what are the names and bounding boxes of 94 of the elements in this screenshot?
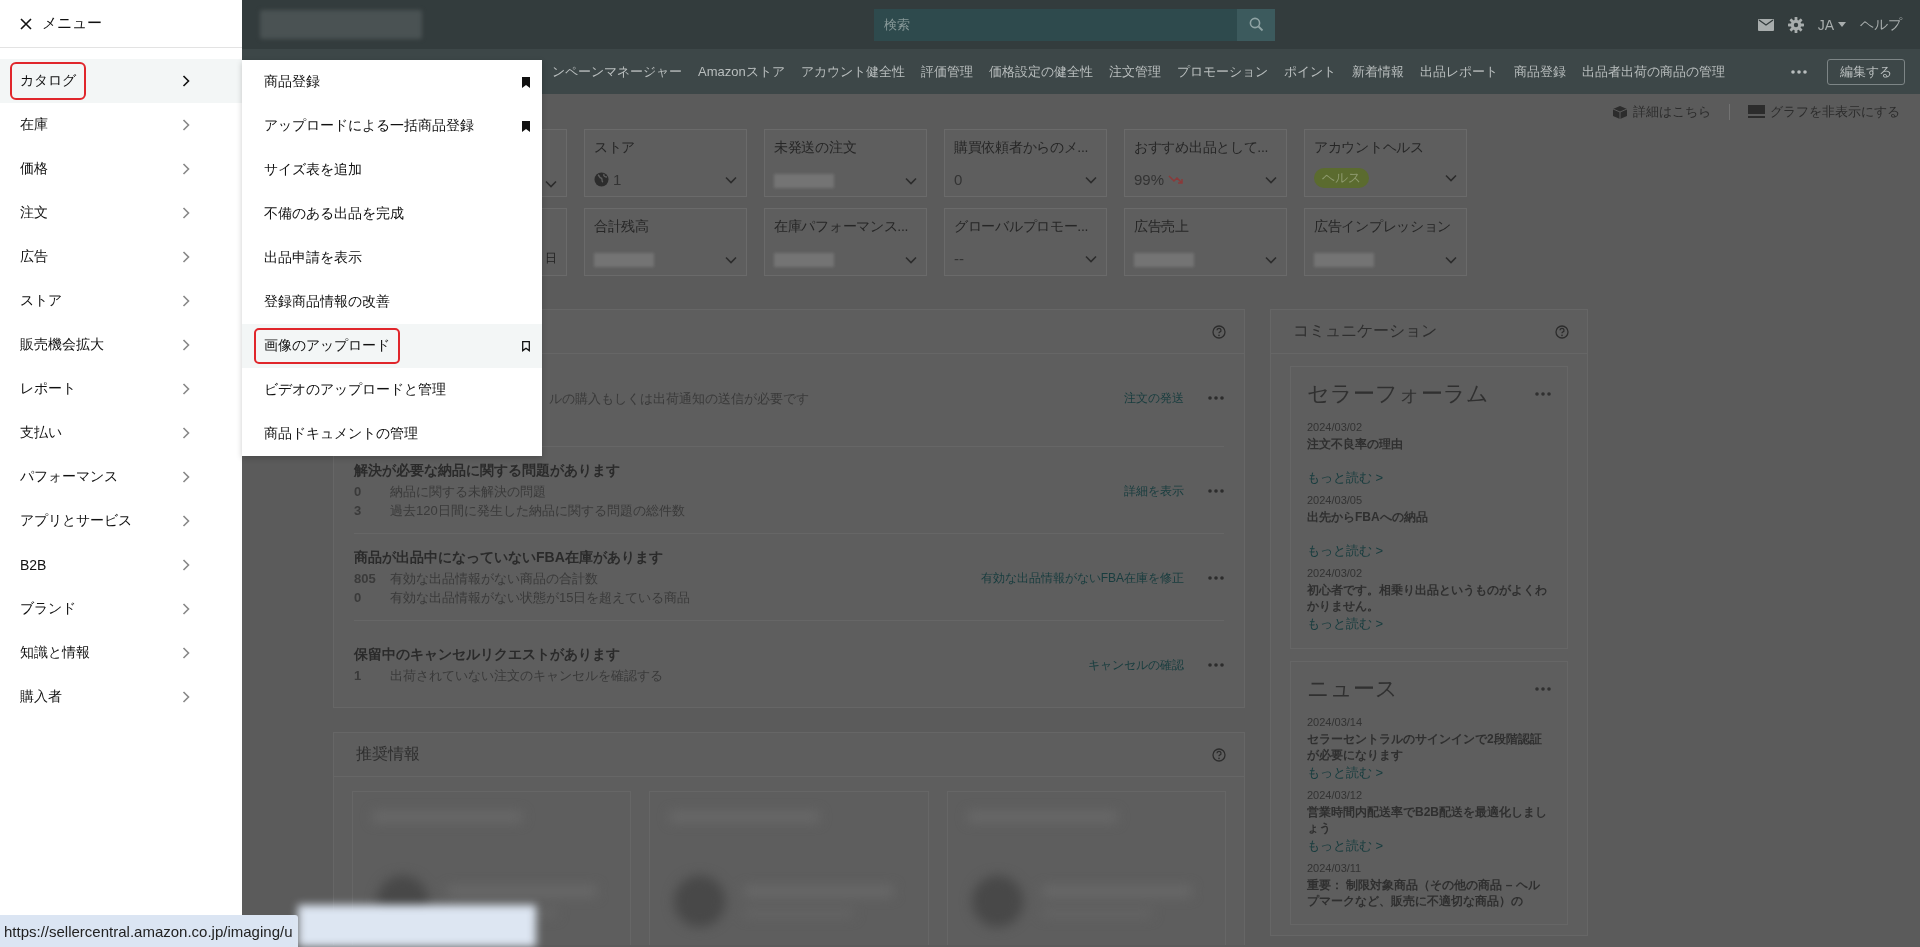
chevron-right-icon	[182, 119, 190, 131]
settings-icon[interactable]	[1787, 16, 1804, 33]
submenu-item[interactable]: 商品登録	[242, 60, 542, 104]
submenu-item[interactable]: アップロードによる一括商品登録	[242, 104, 542, 148]
more-icon[interactable]	[1208, 396, 1224, 400]
menu-item[interactable]: 購入者	[0, 675, 242, 719]
nav-link[interactable]: 出品レポート	[1419, 62, 1498, 81]
chevron-down-icon	[1085, 175, 1097, 184]
chevron-right-icon	[182, 339, 190, 351]
status-badge: ヘルス	[1314, 168, 1369, 188]
help-link[interactable]: ヘルプ	[1860, 15, 1902, 34]
chevron-right-icon	[182, 383, 190, 395]
menu-item[interactable]: 支払い	[0, 411, 242, 455]
nav-link[interactable]: 価格設定の健全性	[988, 62, 1093, 81]
chevron-right-icon	[182, 515, 190, 527]
nav-link[interactable]: プロモーション	[1176, 62, 1268, 81]
help-icon[interactable]	[1555, 324, 1569, 339]
help-icon[interactable]	[1212, 324, 1226, 339]
more-icon[interactable]	[1535, 687, 1551, 691]
chevron-down-icon	[725, 256, 737, 264]
help-icon[interactable]	[1212, 747, 1226, 762]
chevron-down-icon	[905, 256, 917, 264]
box-icon	[1612, 104, 1628, 119]
chevron-down-icon	[1445, 256, 1457, 264]
chevron-down-icon	[1445, 174, 1457, 182]
more-icon[interactable]	[1535, 392, 1551, 396]
metric-value: --	[954, 250, 964, 267]
menu-item[interactable]: パフォーマンス	[0, 455, 242, 499]
chevron-right-icon	[182, 647, 190, 659]
chevron-right-icon	[182, 207, 190, 219]
nav-link[interactable]: 注文管理	[1108, 62, 1161, 81]
submenu-item[interactable]: 出品申請を表示	[242, 236, 542, 280]
submenu-item[interactable]: 不備のある出品を完成	[242, 192, 542, 236]
search-field[interactable]: 検索	[874, 8, 1237, 41]
more-icon[interactable]	[1208, 489, 1224, 493]
more-icon[interactable]	[1208, 663, 1224, 667]
submenu-item[interactable]: サイズ表を追加	[242, 148, 542, 192]
mail-icon[interactable]	[1757, 18, 1774, 31]
chevron-right-icon	[182, 75, 190, 87]
menu-item[interactable]: 広告	[0, 235, 242, 279]
menu-item[interactable]: ストア	[0, 279, 242, 323]
chevron-right-icon	[182, 691, 190, 703]
chevron-right-icon	[182, 603, 190, 615]
chevron-down-icon	[725, 175, 737, 184]
bookmark-icon[interactable]	[522, 120, 530, 132]
menu-item[interactable]: 価格	[0, 147, 242, 191]
language-dropdown[interactable]: JA	[1817, 16, 1846, 33]
trend-down-icon	[1168, 174, 1185, 185]
menu-item[interactable]: ブランド	[0, 587, 242, 631]
nav-link[interactable]: 商品登録	[1513, 62, 1566, 81]
nav-link[interactable]: アカウント健全性	[800, 62, 905, 81]
chevron-right-icon	[182, 251, 190, 263]
metric-value: 日	[545, 250, 557, 267]
chevron-down-icon	[1085, 254, 1097, 263]
nav-link[interactable]: ポイント	[1283, 62, 1336, 81]
chevron-right-icon	[182, 471, 190, 483]
nav-link[interactable]: 評価管理	[920, 62, 973, 81]
globe-icon	[594, 172, 609, 187]
submenu-item[interactable]: 登録商品情報の改善	[242, 280, 542, 324]
chevron-down-icon	[545, 180, 557, 188]
chevron-down-icon	[905, 177, 917, 185]
chevron-right-icon	[182, 163, 190, 175]
submenu-item[interactable]: 画像のアップロード	[242, 324, 542, 368]
chevron-right-icon	[182, 559, 190, 571]
submenu-item[interactable]: 商品ドキュメントの管理	[242, 412, 542, 456]
menu-item[interactable]: 在庫	[0, 103, 242, 147]
more-icon[interactable]	[1208, 576, 1224, 580]
more-icon[interactable]	[1791, 69, 1807, 74]
nav-link[interactable]: Amazonストア	[698, 62, 785, 81]
menu-title: メニュー	[42, 14, 102, 33]
menu-item[interactable]: 知識と情報	[0, 631, 242, 675]
menu-item[interactable]: アプリとサービス	[0, 499, 242, 543]
edit-button[interactable]: 編集する	[1827, 58, 1905, 85]
nav-link[interactable]: 新着情報	[1351, 62, 1404, 81]
close-icon[interactable]	[20, 17, 32, 30]
chevron-right-icon	[182, 295, 190, 307]
submenu-item[interactable]: ビデオのアップロードと管理	[242, 368, 542, 412]
chevron-down-icon	[1265, 175, 1277, 184]
menu-item[interactable]: レポート	[0, 367, 242, 411]
menu-item[interactable]: カタログ	[0, 59, 242, 103]
search-icon	[1248, 17, 1264, 32]
caret-icon	[1838, 22, 1846, 27]
bookmark-icon[interactable]	[522, 76, 530, 88]
chart-icon	[1748, 105, 1765, 118]
nav-link[interactable]: 出品者出荷の商品の管理	[1581, 62, 1725, 81]
bookmark-icon[interactable]	[522, 340, 530, 352]
chevron-down-icon	[1265, 256, 1277, 264]
menu-item[interactable]: B2B	[0, 543, 242, 587]
menu-item[interactable]: 販売機会拡大	[0, 323, 242, 367]
menu-item[interactable]: 注文	[0, 191, 242, 235]
search-button[interactable]	[1237, 8, 1275, 41]
nav-link[interactable]: ンペーンマネージャー	[552, 62, 682, 81]
chevron-right-icon	[182, 427, 190, 439]
status-url: https://sellercentral.amazon.co.jp/imaging/u	[0, 915, 299, 947]
